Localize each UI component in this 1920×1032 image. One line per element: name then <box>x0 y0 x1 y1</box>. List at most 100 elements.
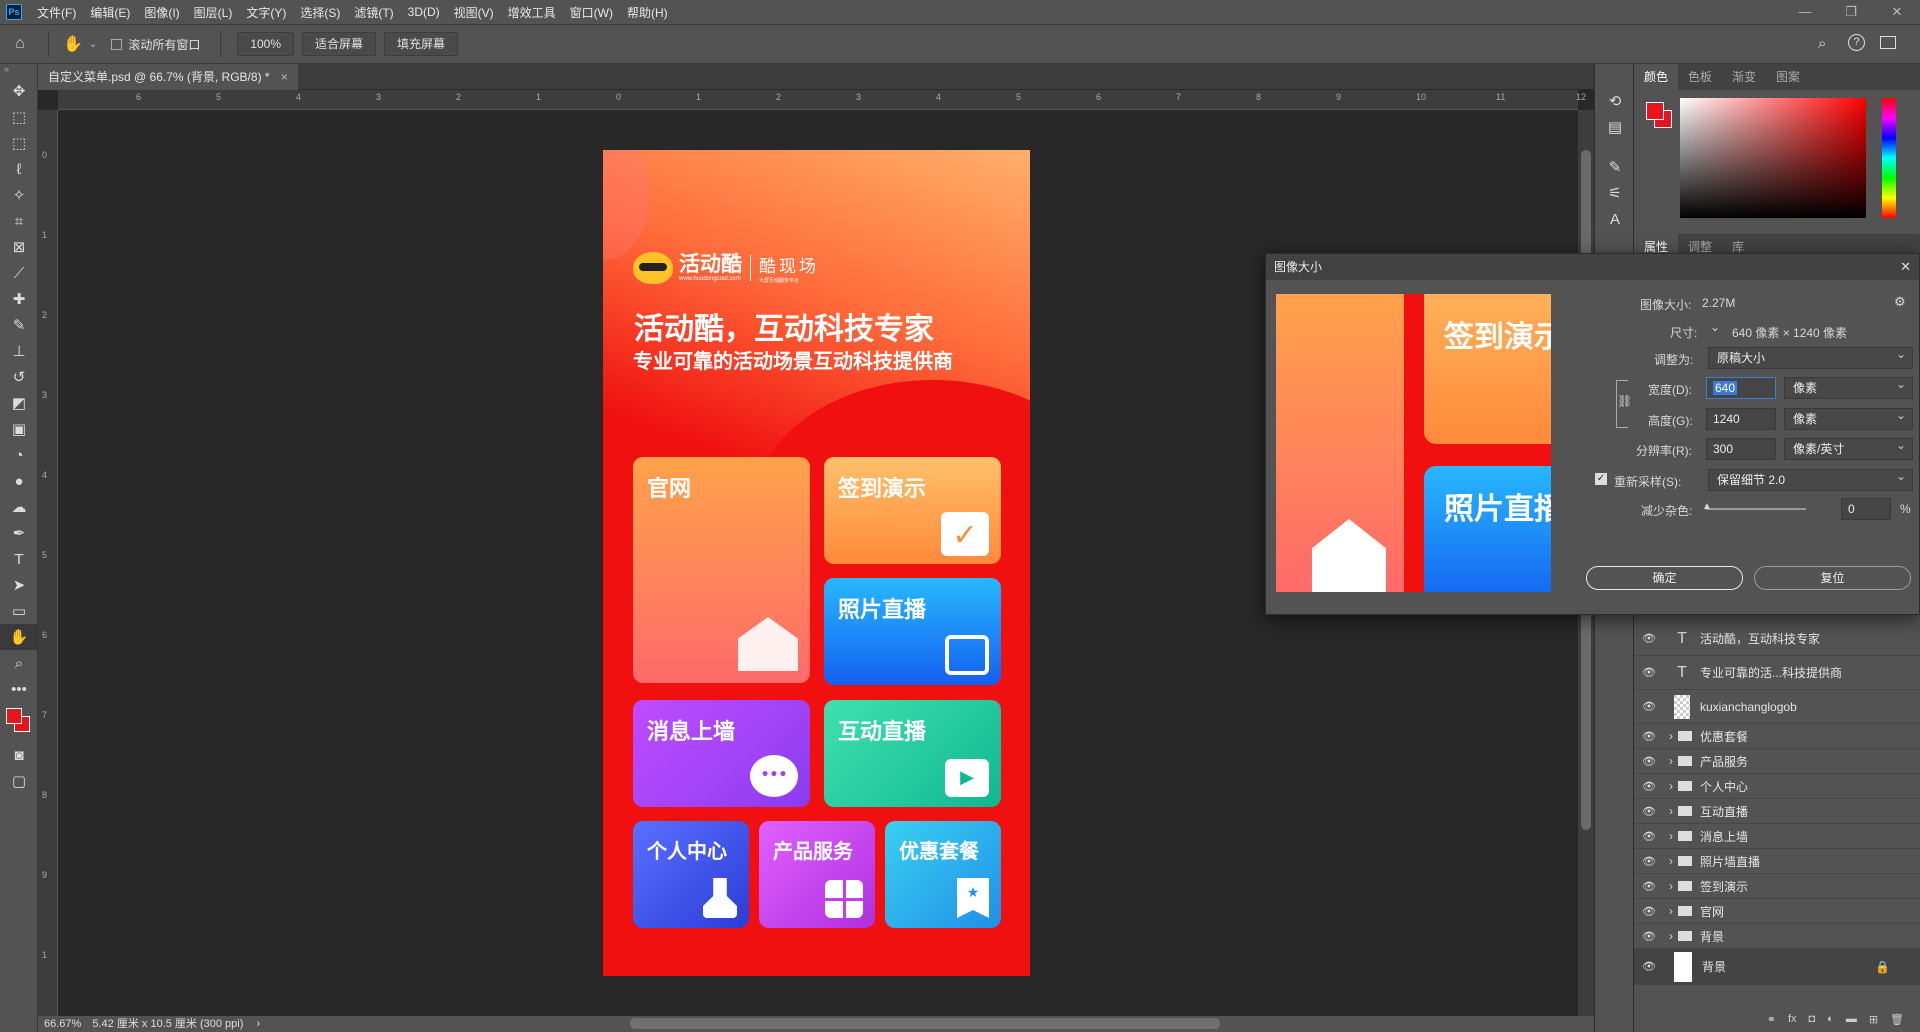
visibility-eye-icon[interactable]: 👁 <box>1634 666 1664 679</box>
healing-brush-icon[interactable]: ✚ <box>0 286 38 312</box>
menu-type[interactable]: 文字(Y) <box>239 4 293 21</box>
eraser-icon[interactable]: ◩ <box>0 390 38 416</box>
menu-window[interactable]: 窗口(W) <box>563 4 620 21</box>
adjustment-layer-icon[interactable]: ◐ <box>1827 1013 1834 1025</box>
menu-select[interactable]: 选择(S) <box>293 4 347 21</box>
dialog-preview[interactable]: 签到演示 照片直播 <box>1276 294 1551 592</box>
chevron-right-icon[interactable]: › <box>1664 879 1678 893</box>
artboard-tool-icon[interactable]: ⬚ <box>0 104 38 130</box>
help-icon[interactable]: ? <box>1848 34 1865 51</box>
frame-tool-icon[interactable]: ⊠ <box>0 234 38 260</box>
tile-checkin[interactable]: 签到演示 ✓ <box>824 457 1001 564</box>
settings-gear-icon[interactable]: ⚙ <box>1894 294 1906 310</box>
close-window-button[interactable]: ✕ <box>1874 0 1920 24</box>
reset-button[interactable]: 复位 <box>1754 566 1911 590</box>
screen-mode-icon[interactable]: ▢ <box>0 768 38 794</box>
dialog-close-button[interactable]: ✕ <box>1900 254 1911 280</box>
chevron-right-icon[interactable]: › <box>1664 929 1678 943</box>
resolution-input[interactable]: 300 <box>1706 438 1776 460</box>
menu-filter[interactable]: 滤镜(T) <box>347 4 400 21</box>
fit-to-select[interactable]: 原稿大小 <box>1708 344 1913 369</box>
more-tools-icon[interactable]: ••• <box>0 676 38 702</box>
visibility-eye-icon[interactable]: 👁 <box>1634 905 1664 918</box>
width-unit-select[interactable]: 像素 <box>1784 374 1913 399</box>
fill-screen-button[interactable]: 填充屏幕 <box>384 32 459 56</box>
color-swatches[interactable] <box>0 702 37 742</box>
adjust-panel-icon[interactable]: ⚟ <box>1595 180 1635 206</box>
marquee-tool-icon[interactable]: ⬚ <box>0 130 38 156</box>
blur-tool-icon[interactable]: ◔ <box>0 442 38 468</box>
height-unit-select[interactable]: 像素 <box>1784 405 1913 430</box>
brush-tool-icon[interactable]: ✎ <box>0 312 38 338</box>
tab-gradients[interactable]: 渐变 <box>1722 64 1766 90</box>
type-tool-icon[interactable]: T <box>0 546 38 572</box>
zoom-100-button[interactable]: 100% <box>237 32 295 56</box>
visibility-eye-icon[interactable]: 👁 <box>1634 700 1664 713</box>
eyedropper-icon[interactable]: ⟋ <box>0 260 38 286</box>
crop-tool-icon[interactable]: ⌗ <box>0 208 38 234</box>
horizontal-scrollbar[interactable] <box>630 1018 1220 1029</box>
chevron-right-icon[interactable]: › <box>256 1018 260 1030</box>
tile-website[interactable]: 官网 <box>633 457 810 683</box>
status-zoom[interactable]: 66.67% <box>44 1018 81 1030</box>
layer-group[interactable]: 👁 › 官网 <box>1634 899 1920 924</box>
layer-background[interactable]: 👁 背景 🔒 <box>1634 949 1920 985</box>
chevron-right-icon[interactable]: › <box>1664 904 1678 918</box>
tile-photo-live[interactable]: 照片直播 <box>824 578 1001 685</box>
layer-item[interactable]: 👁 T 活动酷，互动科技专家 <box>1634 622 1920 656</box>
visibility-eye-icon[interactable]: 👁 <box>1634 632 1664 645</box>
tile-message-wall[interactable]: 消息上墙 ••• <box>633 700 810 807</box>
visibility-eye-icon[interactable]: 👁 <box>1634 880 1664 893</box>
hand-tool-icon[interactable]: ✋ <box>0 624 38 650</box>
workspace-icon[interactable] <box>1880 36 1896 49</box>
dodge-tool-icon[interactable]: ● <box>0 468 38 494</box>
visibility-eye-icon[interactable]: 👁 <box>1634 930 1664 943</box>
color-field[interactable] <box>1680 98 1866 218</box>
document-tab[interactable]: 自定义菜单.psd @ 66.7% (背景, RGB/8) * × <box>38 64 298 90</box>
layer-group[interactable]: 👁 › 背景 <box>1634 924 1920 949</box>
menu-edit[interactable]: 编辑(E) <box>83 4 137 21</box>
layer-item[interactable]: 👁 kuxianchanglogob <box>1634 690 1920 724</box>
menu-view[interactable]: 视图(V) <box>447 4 501 21</box>
noise-slider[interactable] <box>1706 508 1806 510</box>
photoshop-logo-icon[interactable]: Ps <box>6 4 22 20</box>
chevron-right-icon[interactable]: › <box>1664 854 1678 868</box>
layer-group[interactable]: 👁 › 消息上墙 <box>1634 824 1920 849</box>
restore-button[interactable]: ❐ <box>1828 0 1874 24</box>
smudge-tool-icon[interactable]: ☁ <box>0 494 38 520</box>
ok-button[interactable]: 确定 <box>1586 566 1743 590</box>
menu-image[interactable]: 图像(I) <box>137 4 186 21</box>
visibility-eye-icon[interactable]: 👁 <box>1634 730 1664 743</box>
visibility-eye-icon[interactable]: 👁 <box>1634 805 1664 818</box>
chevron-right-icon[interactable]: › <box>1664 779 1678 793</box>
layer-group[interactable]: 👁 › 互动直播 <box>1634 799 1920 824</box>
layer-item[interactable]: 👁 T 专业可靠的活...科技提供商 <box>1634 656 1920 690</box>
pen-tool-icon[interactable]: ✒ <box>0 520 38 546</box>
comments-panel-icon[interactable]: ▤ <box>1595 114 1635 140</box>
menu-plugins[interactable]: 增效工具 <box>501 4 563 21</box>
tile-interactive-live[interactable]: 互动直播 ▶ <box>824 700 1001 807</box>
chain-icon[interactable]: ⛓ <box>1617 394 1633 408</box>
dimensions-chevron-icon[interactable]: ⌄ <box>1710 320 1720 334</box>
delete-layer-icon[interactable]: 🗑 <box>1890 1013 1904 1026</box>
quick-mask-icon[interactable]: ◙ <box>0 742 38 768</box>
close-tab-icon[interactable]: × <box>281 70 288 84</box>
tile-products[interactable]: 产品服务 <box>759 821 875 928</box>
add-mask-icon[interactable]: ◘ <box>1809 1013 1816 1025</box>
visibility-eye-icon[interactable]: 👁 <box>1634 755 1664 768</box>
artboard[interactable]: 活动酷 www.huodongcool.com 酷现场 大屏互动服务平台 活动酷… <box>603 150 1030 976</box>
scroll-all-checkbox[interactable] <box>111 38 123 50</box>
visibility-eye-icon[interactable]: 👁 <box>1634 830 1664 843</box>
history-brush-icon[interactable]: ↺ <box>0 364 38 390</box>
visibility-eye-icon[interactable]: 👁 <box>1634 855 1664 868</box>
brush-settings-icon[interactable]: ✎ <box>1595 154 1635 180</box>
hand-tool-icon[interactable]: ✋ <box>63 34 83 54</box>
new-layer-icon[interactable]: ⊞ <box>1869 1013 1878 1026</box>
tab-patterns[interactable]: 图案 <box>1766 64 1810 90</box>
fg-color-swatch[interactable] <box>1646 102 1664 120</box>
resample-checkbox[interactable]: ✓ <box>1595 473 1607 485</box>
fit-screen-button[interactable]: 适合屏幕 <box>302 32 377 56</box>
rectangle-tool-icon[interactable]: ▭ <box>0 598 38 624</box>
layer-group[interactable]: 👁 › 产品服务 <box>1634 749 1920 774</box>
hue-slider[interactable] <box>1882 98 1896 218</box>
